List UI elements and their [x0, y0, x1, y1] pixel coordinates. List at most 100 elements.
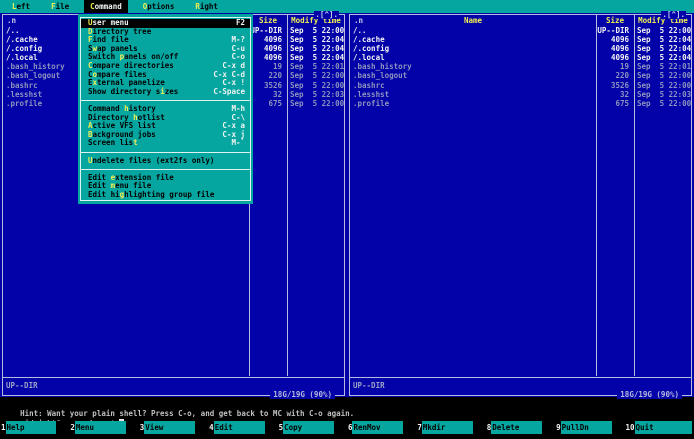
file-size: 4096 [610, 53, 629, 63]
menubar-item-file[interactable]: File [45, 0, 75, 13]
fkey-quit[interactable]: 10 Quit [625, 421, 694, 434]
mini-status: UP--DIR [353, 381, 385, 390]
file-row-bash-logout[interactable]: .bash_logout 220 Sep 5 22:00 [350, 71, 691, 80]
fkey-label: Delete [491, 421, 543, 434]
file-mtime: Sep 5 22:00 [290, 80, 345, 90]
fkey-label: Menu [74, 421, 126, 434]
file-mtime: Sep 5 22:00 [290, 71, 345, 81]
menu-separator [81, 148, 250, 157]
file-row-bash-history[interactable]: .bash_history 19 Sep 5 22:01 [350, 62, 691, 71]
file-row-cache[interactable]: /.cache 4096 Sep 5 22:04 [350, 35, 691, 44]
function-key-bar: 1 Help 2 Menu 3 View 4 Edit 5 Copy 6 RenMov 7 Mkdir 8 D… [0, 421, 694, 434]
file-name: /.config [353, 43, 390, 53]
menu-item-undelete-files-ext2fs-only[interactable]: Undelete files (ext2fs only) [81, 155, 250, 166]
file-size: 675 [615, 99, 629, 108]
file-size: 4096 [610, 34, 629, 44]
mini-status-divider [3, 377, 344, 378]
right-panel: .[^]. .n Name Size Modify time /.. UP--DI… [347, 11, 694, 399]
file-row-profile[interactable]: .profile 675 Sep 5 22:00 [350, 99, 691, 108]
file-name: .bash_logout [353, 71, 408, 81]
midnight-commander-screen: Left File Command Options Right .[^]. .n Nam… [0, 0, 694, 434]
menu-item-shortcut: C-Space [213, 86, 245, 96]
command-menu-dropdown: User menu F2 Directory tree Find file M-? Swa… [78, 14, 253, 205]
fkey-label: View [144, 421, 196, 434]
menubar-item-right[interactable]: Right [189, 0, 224, 13]
fkey-number: 10 [625, 423, 635, 432]
fkey-label: RenMov [352, 421, 404, 434]
file-size: 19 [619, 62, 629, 72]
mini-status-divider [350, 377, 691, 378]
menu-item-shortcut: F2 [235, 18, 245, 27]
fkey-help[interactable]: 1 Help [0, 421, 69, 434]
fkey-copy[interactable]: 5 Copy [278, 421, 347, 434]
file-size: 4096 [610, 43, 629, 53]
file-mtime: Sep 5 22:04 [290, 43, 345, 53]
fkey-label: Edit [213, 421, 265, 434]
fkey-label: Copy [283, 421, 334, 434]
file-mtime: Sep 5 22:04 [290, 53, 345, 63]
fkey-menu[interactable]: 2 Menu [69, 421, 138, 434]
menu-bar: Left File Command Options Right [0, 0, 694, 13]
fkey-mkdir[interactable]: 7 Mkdir [416, 421, 485, 434]
menu-item-label: Show directory sizes [88, 86, 179, 96]
file-mtime: Sep 5 22:04 [637, 43, 692, 53]
fkey-label: Mkdir [421, 421, 473, 434]
command-menu-list: User menu F2 Directory tree Find file M-? Swa… [80, 17, 251, 202]
file-mtime: Sep 5 22:00 [290, 99, 345, 108]
file-mtime: Sep 5 22:00 [637, 71, 692, 81]
file-row-config[interactable]: /.config 4096 Sep 5 22:04 [350, 44, 691, 53]
file-mtime: Sep 5 22:04 [637, 53, 692, 63]
file-name: .profile [353, 99, 390, 108]
file-size: 32 [619, 89, 629, 99]
file-mtime: Sep 5 22:04 [637, 34, 692, 44]
shell-prompt-line[interactable]: midnight@commander:~$ [2, 409, 124, 428]
panel-up-marker[interactable]: .[^]. [661, 11, 686, 19]
file-name: .bash_history [353, 62, 412, 72]
file-name: /.cache [353, 34, 385, 44]
fkey-label: Help [5, 421, 57, 434]
file-row-lesshst[interactable]: .lesshst 32 Sep 5 22:03 [350, 90, 691, 99]
fkey-renmov[interactable]: 6 RenMov [347, 421, 416, 434]
file-mtime: Sep 5 22:03 [637, 89, 692, 99]
fkey-view[interactable]: 3 View [139, 421, 208, 434]
panel-up-marker[interactable]: .[^]. [314, 11, 339, 19]
file-mtime: Sep 5 22:00 [637, 25, 692, 35]
column-header-name[interactable]: Name [350, 16, 596, 25]
file-row-local[interactable]: /.local 4096 Sep 5 22:04 [350, 53, 691, 62]
file-mtime: Sep 5 22:01 [637, 62, 692, 72]
mini-status: UP--DIR [6, 381, 38, 390]
file-size: 3526 [610, 80, 629, 90]
column-header-size[interactable]: Size [596, 16, 634, 25]
panel-header: .n Name Size Modify time [350, 16, 691, 25]
menu-item-shortcut: M-` [231, 138, 245, 148]
file-name: /.local [353, 53, 385, 63]
file-row-bashrc[interactable]: .bashrc 3526 Sep 5 22:00 [350, 81, 691, 90]
file-mtime: Sep 5 22:00 [290, 25, 345, 35]
menu-item-label: Edit highlighting group file [88, 189, 215, 199]
file-mtime: Sep 5 22:01 [290, 62, 345, 72]
file-size: UP--DIR [597, 25, 629, 35]
fkey-edit[interactable]: 4 Edit [208, 421, 277, 434]
menu-item-screen-list[interactable]: Screen list M-` [81, 139, 250, 148]
disk-usage: 18G/19G (90%) [617, 390, 682, 399]
fkey-delete[interactable]: 8 Delete [486, 421, 555, 434]
file-name: /.. [353, 25, 367, 35]
menubar-item-left[interactable]: Left [6, 0, 36, 13]
menu-item-label: Undelete files (ext2fs only) [88, 155, 215, 165]
fkey-label: PullDn [560, 421, 612, 434]
fkey-pulldn[interactable]: 9 PullDn [555, 421, 624, 434]
menubar-item-options[interactable]: Options [137, 0, 181, 13]
menubar-item-command[interactable]: Command [84, 0, 128, 13]
hint-line: Hint: Want your plain shell? Press C-o, … [2, 399, 354, 418]
file-name: .lesshst [353, 89, 390, 99]
menu-item-show-directory-sizes[interactable]: Show directory sizes C-Space [81, 86, 250, 97]
file-mtime: Sep 5 22:00 [637, 99, 692, 108]
file-name: .bashrc [353, 80, 385, 90]
menu-item-label: Screen list [88, 138, 138, 148]
disk-usage: 18G/19G (90%) [270, 390, 335, 399]
file-row-[interactable]: /.. UP--DIR Sep 5 22:00 [350, 26, 691, 35]
menu-separator [81, 165, 250, 174]
menu-item-edit-highlighting-group-file[interactable]: Edit highlighting group file [81, 189, 250, 200]
file-mtime: Sep 5 22:00 [637, 80, 692, 90]
column-header-size[interactable]: Size [249, 16, 287, 25]
